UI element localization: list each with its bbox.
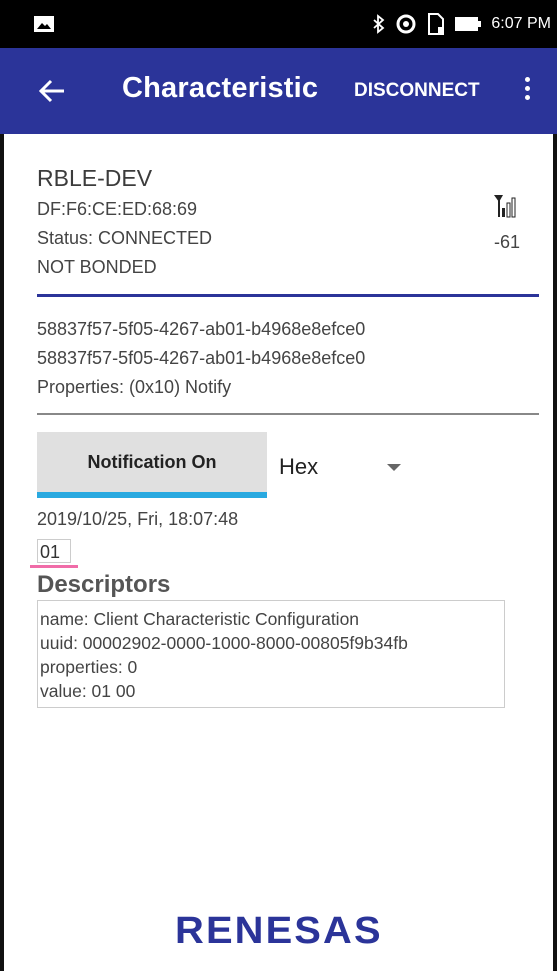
- device-address: DF:F6:CE:ED:68:69: [37, 199, 198, 219]
- divider: [37, 413, 539, 415]
- device-name: RBLE-DEV: [37, 165, 153, 191]
- device-bond-state: NOT BONDED: [37, 257, 157, 277]
- dropdown-arrow-icon: [387, 464, 401, 471]
- descriptor-properties: properties: 0: [40, 657, 138, 677]
- value-highlight-underline: [30, 565, 78, 568]
- app-bar: Characteristic DISCONNECT: [0, 48, 557, 134]
- disconnect-button[interactable]: DISCONNECT: [354, 80, 480, 102]
- sync-icon: [396, 14, 416, 34]
- logo-text: RENESAS: [174, 910, 383, 952]
- notification-toggle-button[interactable]: Notification On: [37, 432, 267, 498]
- notification-timestamp: 2019/10/25, Fri, 18:07:48: [37, 509, 239, 529]
- frame-border-left: [0, 134, 4, 971]
- back-arrow-icon[interactable]: [38, 78, 66, 104]
- renesas-logo: RENESAS: [0, 910, 557, 953]
- sim-card-icon: [428, 13, 445, 35]
- frame-border-right: [553, 134, 557, 971]
- format-dropdown[interactable]: Hex: [279, 446, 405, 486]
- more-vert-icon[interactable]: [521, 77, 533, 107]
- divider: [37, 294, 539, 297]
- status-time: 6:07 PM: [491, 15, 551, 32]
- descriptors-heading: Descriptors: [37, 571, 171, 598]
- notification-value: 01: [37, 539, 71, 563]
- service-uuid: 58837f57-5f05-4267-ab01-b4968e8efce0: [37, 319, 366, 339]
- bluetooth-icon: [373, 14, 385, 34]
- characteristic-properties: Properties: (0x10) Notify: [37, 377, 232, 397]
- page-title: Characteristic: [122, 72, 319, 104]
- descriptor-card: name: Client Characteristic Configuratio…: [37, 600, 505, 708]
- descriptor-uuid: uuid: 00002902-0000-1000-8000-00805f9b34…: [40, 633, 408, 653]
- rssi-value: -61: [494, 232, 521, 252]
- format-dropdown-value: Hex: [279, 454, 319, 479]
- characteristic-uuid: 58837f57-5f05-4267-ab01-b4968e8efce0: [37, 348, 366, 368]
- signal-strength-icon: [494, 195, 516, 218]
- image-notification-icon: [34, 16, 54, 32]
- device-status: Status: CONNECTED: [37, 228, 213, 248]
- status-bar: 6:07 PM: [0, 0, 557, 48]
- battery-icon: [455, 17, 482, 31]
- descriptor-name: name: Client Characteristic Configuratio…: [40, 609, 360, 629]
- descriptor-value: value: 01 00: [40, 681, 136, 701]
